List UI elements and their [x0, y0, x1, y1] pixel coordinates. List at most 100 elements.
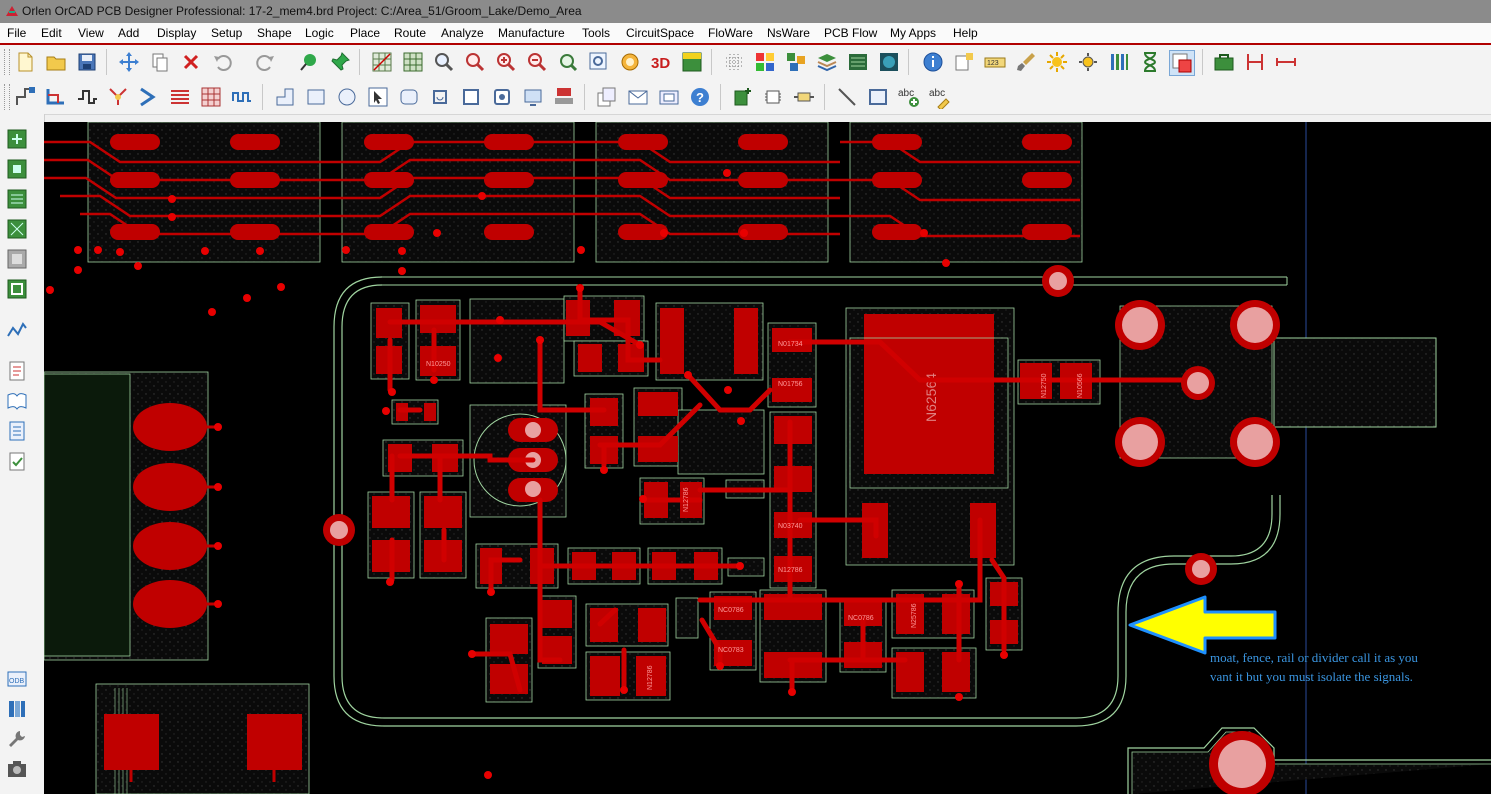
menu-manufacture[interactable]: Manufacture	[498, 26, 565, 40]
brush-icon[interactable]	[1014, 50, 1038, 74]
globe-icon[interactable]	[877, 50, 901, 74]
stripes-icon[interactable]	[168, 85, 192, 109]
redo-icon[interactable]	[254, 50, 278, 74]
square-2-icon[interactable]	[490, 85, 514, 109]
connect-icon[interactable]	[13, 85, 37, 109]
bus-icon[interactable]	[137, 85, 161, 109]
copy-stack-icon[interactable]	[595, 85, 619, 109]
pcb-canvas[interactable]: N62564 N01756 N03740 N12786 N01734 N1278…	[44, 122, 1491, 794]
save-icon[interactable]	[75, 50, 99, 74]
text-edit-icon[interactable]: abc	[928, 85, 952, 109]
help-icon[interactable]: ?	[688, 85, 712, 109]
undo-icon[interactable]	[210, 50, 234, 74]
fanout-icon[interactable]	[106, 85, 130, 109]
menu-help[interactable]: Help	[953, 26, 978, 40]
zoom-fit-icon[interactable]	[432, 50, 456, 74]
stamp-icon[interactable]	[552, 85, 576, 109]
clipboard-check-icon[interactable]	[6, 450, 28, 472]
menu-my-apps[interactable]: My Apps	[890, 26, 936, 40]
rounded-rect-icon[interactable]	[397, 85, 421, 109]
odb-icon[interactable]: ODB	[6, 668, 28, 690]
sun-icon[interactable]	[1045, 50, 1069, 74]
menu-file[interactable]: File	[7, 26, 26, 40]
layer-green-2-icon[interactable]	[6, 158, 28, 180]
mail-icon[interactable]	[626, 85, 650, 109]
menu-setup[interactable]: Setup	[211, 26, 242, 40]
box-icon[interactable]	[866, 85, 890, 109]
zoom-in-icon[interactable]	[463, 50, 487, 74]
menu-shape[interactable]: Shape	[257, 26, 292, 40]
open-folder-icon[interactable]	[44, 50, 68, 74]
color-icon[interactable]	[753, 50, 777, 74]
menu-place[interactable]: Place	[350, 26, 380, 40]
highlight-icon[interactable]	[1076, 50, 1100, 74]
layer-green-icon[interactable]	[6, 128, 28, 150]
grid-icon[interactable]	[370, 50, 394, 74]
square-icon[interactable]	[459, 85, 483, 109]
layer-gray-icon[interactable]	[6, 248, 28, 270]
checklist-icon[interactable]	[6, 420, 28, 442]
select-icon[interactable]	[366, 85, 390, 109]
ruler-123-icon[interactable]: 123	[983, 50, 1007, 74]
delete-icon[interactable]	[179, 50, 203, 74]
loop-icon[interactable]	[428, 85, 452, 109]
menu-nsware[interactable]: NsWare	[767, 26, 810, 40]
menu-add[interactable]: Add	[118, 26, 139, 40]
layer-box-icon[interactable]	[6, 278, 28, 300]
resistor-icon[interactable]	[792, 85, 816, 109]
wrench-icon[interactable]	[6, 728, 28, 750]
pin-icon[interactable]	[297, 50, 321, 74]
chip-add-icon[interactable]	[730, 85, 754, 109]
menu-pcb-flow[interactable]: PCB Flow	[824, 26, 877, 40]
view-3d-icon[interactable]: 3D	[649, 50, 673, 74]
menu-tools[interactable]: Tools	[582, 26, 610, 40]
wave-icon[interactable]	[230, 85, 254, 109]
route-icon[interactable]	[44, 85, 68, 109]
flip-board-icon[interactable]	[680, 50, 704, 74]
circle-icon[interactable]	[335, 85, 359, 109]
layer-green-3-icon[interactable]	[6, 188, 28, 210]
zoom-out-icon[interactable]	[494, 50, 518, 74]
refresh-icon[interactable]	[618, 50, 642, 74]
menu-floware[interactable]: FloWare	[708, 26, 753, 40]
menu-view[interactable]: View	[78, 26, 104, 40]
rect-icon[interactable]	[304, 85, 328, 109]
camera-icon[interactable]	[6, 758, 28, 780]
matrix-icon[interactable]	[199, 85, 223, 109]
library-icon[interactable]	[6, 698, 28, 720]
menu-analyze[interactable]: Analyze	[441, 26, 484, 40]
toolbar-grip[interactable]	[4, 84, 10, 110]
menu-edit[interactable]: Edit	[41, 26, 62, 40]
menu-display[interactable]: Display	[157, 26, 196, 40]
menu-route[interactable]: Route	[394, 26, 426, 40]
hourglass-icon[interactable]	[1138, 50, 1162, 74]
copy-icon[interactable]	[148, 50, 172, 74]
zoom-points-icon[interactable]	[587, 50, 611, 74]
grid-dots-icon[interactable]	[722, 50, 746, 74]
text-add-icon[interactable]: abc	[897, 85, 921, 109]
grid-toggle-icon[interactable]	[401, 50, 425, 74]
layers-icon[interactable]	[784, 50, 808, 74]
line-icon[interactable]	[835, 85, 859, 109]
zoom-prev-icon[interactable]	[525, 50, 549, 74]
push-pin-icon[interactable]	[328, 50, 352, 74]
zoom-world-icon[interactable]	[556, 50, 580, 74]
envelope-icon[interactable]	[657, 85, 681, 109]
new-file-icon[interactable]	[13, 50, 37, 74]
bag-icon[interactable]	[1212, 50, 1236, 74]
measure-icon[interactable]	[952, 50, 976, 74]
menu-logic[interactable]: Logic	[305, 26, 334, 40]
book-icon[interactable]	[6, 390, 28, 412]
monitor-icon[interactable]	[521, 85, 545, 109]
menu-circuitspace[interactable]: CircuitSpace	[626, 26, 694, 40]
shape-corner-icon[interactable]	[273, 85, 297, 109]
slide-icon[interactable]	[75, 85, 99, 109]
report-icon[interactable]	[6, 360, 28, 382]
drc-icon[interactable]	[1169, 50, 1195, 76]
layer-green-4-icon[interactable]	[6, 218, 28, 240]
move-icon[interactable]	[117, 50, 141, 74]
pin-gap-icon[interactable]	[1243, 50, 1267, 74]
bars-icon[interactable]	[1107, 50, 1131, 74]
span-icon[interactable]	[1274, 50, 1298, 74]
info-icon[interactable]	[921, 50, 945, 74]
